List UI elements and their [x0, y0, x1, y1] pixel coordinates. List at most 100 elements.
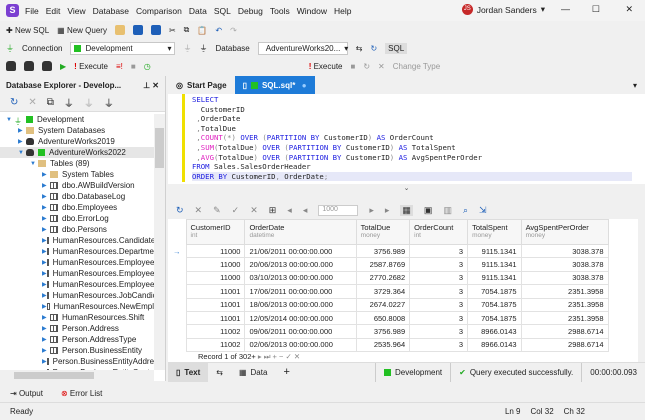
- cell[interactable]: 3038.378: [520, 270, 609, 286]
- cell[interactable]: 2988.6714: [520, 324, 609, 339]
- table-row[interactable]: 11002 02/06/2013 00:00:00.000 2535.964 3 896…: [168, 337, 638, 353]
- collapse-icon[interactable]: ▼: [30, 161, 38, 167]
- sql-editor[interactable]: SELECT CustomerID ,OrderDate ,TotalDue ,…: [168, 94, 645, 184]
- expand-icon[interactable]: ▶: [42, 215, 50, 222]
- menu-database[interactable]: Database: [93, 6, 129, 16]
- next-page-icon[interactable]: ▸: [369, 205, 374, 216]
- cell[interactable]: 3: [409, 243, 469, 259]
- cell[interactable]: 8966.0143: [467, 337, 522, 353]
- swap-icon[interactable]: ⇆: [208, 363, 231, 382]
- table-row[interactable]: 11000 20/06/2013 00:00:00.000 2587.8769 3 91…: [168, 257, 638, 272]
- expand-icon[interactable]: ▶: [42, 325, 50, 332]
- expand-icon[interactable]: ▶: [42, 182, 50, 189]
- tree-item[interactable]: ▶ dbo.Persons: [0, 224, 154, 235]
- menu-debug[interactable]: Debug: [238, 6, 263, 16]
- format-icon[interactable]: ⇆: [356, 44, 363, 53]
- expand-icon[interactable]: ▶: [42, 226, 50, 233]
- table-row[interactable]: 11001 17/06/2011 00:00:00.000 3729.364 3 705…: [168, 284, 638, 299]
- table-row[interactable]: 11001 12/05/2014 00:00:00.000 650.8008 3 705…: [168, 310, 638, 326]
- first-page-icon[interactable]: ◂: [287, 205, 292, 216]
- error-list-button[interactable]: ⊗ Error List: [61, 389, 102, 398]
- cell[interactable]: 3: [409, 337, 469, 353]
- cell[interactable]: 650.8008: [355, 310, 411, 326]
- cell[interactable]: 12/05/2014 00:00:00.000: [244, 310, 357, 326]
- prev-page-icon[interactable]: ◂: [303, 205, 308, 216]
- expand-icon[interactable]: ▶: [18, 138, 26, 145]
- tree-item[interactable]: ▼ ⏚ Development: [0, 114, 154, 126]
- redo-icon[interactable]: ↷: [230, 26, 237, 35]
- cell[interactable]: 9115.1341: [467, 243, 522, 259]
- tree-item[interactable]: ▶ Person.BusinessEntityAddre: [0, 356, 154, 367]
- tree-item[interactable]: ▶ HumanResources.Employee: [0, 257, 154, 268]
- cut-icon[interactable]: ✂: [169, 26, 176, 35]
- edit-icon[interactable]: ✎: [213, 205, 221, 216]
- cell[interactable]: 20/06/2013 00:00:00.000: [244, 257, 357, 272]
- tree-item[interactable]: ▶ HumanResources.JobCandic: [0, 290, 154, 301]
- cell[interactable]: 3756.989: [355, 243, 411, 259]
- close-icon[interactable]: ✕: [152, 81, 159, 90]
- cell[interactable]: 7054.1875: [467, 284, 522, 299]
- tree-item[interactable]: ▶ HumanResources.NewEmpl: [0, 301, 154, 312]
- undo-icon[interactable]: ↶: [215, 26, 222, 35]
- menu-comparison[interactable]: Comparison: [136, 6, 182, 16]
- stop-icon[interactable]: ■: [131, 62, 136, 71]
- column-header[interactable]: TotalDue money: [355, 219, 411, 245]
- disconnect-icon[interactable]: ⏚: [84, 95, 94, 110]
- tree-item[interactable]: ▶ dbo.AWBuildVersion: [0, 180, 154, 191]
- disconnect-icon[interactable]: ⏚: [183, 43, 191, 54]
- expand-icon[interactable]: ▶: [42, 314, 50, 321]
- collapse-icon[interactable]: ▼: [18, 150, 26, 156]
- splitter[interactable]: ⌄: [168, 184, 645, 202]
- open-icon[interactable]: [114, 25, 125, 35]
- expand-icon[interactable]: ▶: [42, 347, 50, 354]
- new-query-button[interactable]: ▦ New Query: [57, 26, 107, 35]
- tabs-dropdown-icon[interactable]: ▾: [633, 81, 637, 90]
- tree-item[interactable]: ▶ Person.AddressType: [0, 334, 154, 345]
- card-view-icon[interactable]: ▣: [424, 205, 433, 216]
- tree-item[interactable]: ▼ AdventureWorks2022: [0, 147, 154, 158]
- refresh-icon[interactable]: ↻: [176, 205, 184, 216]
- maximize-button[interactable]: ☐: [592, 4, 600, 15]
- expand-icon[interactable]: ▶: [42, 204, 50, 211]
- cell[interactable]: 11000: [185, 257, 246, 272]
- cell[interactable]: 2674.0227: [355, 297, 411, 312]
- cell[interactable]: 3756.989: [355, 324, 411, 339]
- cell[interactable]: 21/06/2011 00:00:00.000: [244, 243, 357, 259]
- tab-text[interactable]: ▯ Text: [168, 362, 209, 382]
- tree-vertical-scrollbar[interactable]: [154, 114, 165, 370]
- cell[interactable]: 3038.378: [520, 257, 609, 272]
- menu-window[interactable]: Window: [297, 6, 327, 16]
- delete-icon[interactable]: ✕: [28, 97, 36, 108]
- cell[interactable]: 2351.3958: [520, 310, 609, 326]
- execute-button-2[interactable]: ! Execute: [309, 62, 343, 71]
- apply-icon[interactable]: ✓: [232, 205, 240, 216]
- cell[interactable]: 11002: [185, 324, 246, 339]
- tree-horizontal-scrollbar[interactable]: [0, 370, 154, 381]
- expand-icon[interactable]: ▶: [42, 336, 50, 343]
- cell[interactable]: 7054.1875: [467, 297, 522, 312]
- refresh-icon[interactable]: ↻: [10, 97, 18, 108]
- stop-icon[interactable]: ■: [351, 62, 356, 71]
- collapse-icon[interactable]: ⧉: [47, 97, 54, 108]
- save-icon[interactable]: [132, 25, 143, 35]
- cell[interactable]: 11001: [185, 284, 246, 299]
- tree-item[interactable]: ▶ Person.BusinessEntity: [0, 345, 154, 356]
- search-icon[interactable]: ⌕: [463, 205, 468, 216]
- cell[interactable]: 3: [409, 257, 469, 272]
- collapse-icon[interactable]: ▼: [6, 117, 14, 123]
- cell[interactable]: 7054.1875: [467, 310, 522, 326]
- tree-item[interactable]: ▶ HumanResources.Candidate: [0, 235, 154, 246]
- paste-icon[interactable]: 📋: [197, 26, 207, 35]
- menu-file[interactable]: File: [25, 6, 39, 16]
- limit-select[interactable]: 1000: [318, 205, 359, 216]
- copy-icon[interactable]: ⧉: [184, 25, 190, 35]
- new-connection-icon[interactable]: ⏚: [64, 95, 74, 110]
- run-icon[interactable]: ▶: [60, 62, 66, 71]
- connection-select[interactable]: Development ▾: [70, 41, 176, 55]
- user-account[interactable]: JS Jordan Sanders ▾: [461, 4, 545, 15]
- export-icon[interactable]: ⇲: [479, 205, 487, 216]
- cell[interactable]: 03/10/2013 00:00:00.000: [244, 270, 357, 286]
- navigation-buttons[interactable]: ▸ ⏭ + − ✓ ✕: [258, 352, 300, 361]
- cell[interactable]: 11000: [185, 270, 246, 286]
- column-header[interactable]: AvgSpentPerOrder money: [520, 219, 609, 245]
